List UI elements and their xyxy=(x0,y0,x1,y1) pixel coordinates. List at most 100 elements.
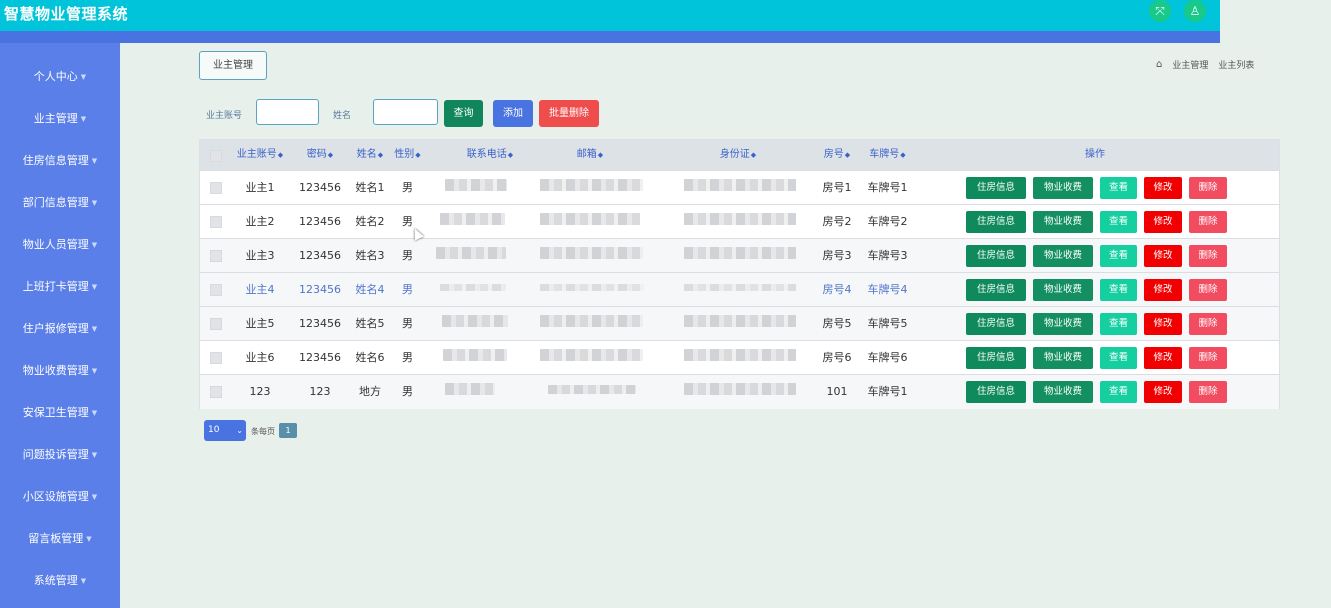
redacted-email xyxy=(540,349,643,361)
property-fee-button[interactable]: 物业收费 xyxy=(1033,313,1093,335)
housing-info-button[interactable]: 住房信息 xyxy=(966,279,1026,301)
sidebar-item-attendance[interactable]: 上班打卡管理 ▼ xyxy=(0,278,120,294)
sidebar-item-housing[interactable]: 住房信息管理 ▼ xyxy=(0,152,120,168)
breadcrumb-level1[interactable]: 业主管理 xyxy=(1172,58,1208,71)
sidebar-item-message-board[interactable]: 留言板管理 ▼ xyxy=(0,530,120,546)
housing-info-button[interactable]: 住房信息 xyxy=(966,313,1026,335)
sort-icon: ◆ xyxy=(327,151,334,159)
sidebar-item-department[interactable]: 部门信息管理 ▼ xyxy=(0,194,120,210)
redacted-email xyxy=(540,179,643,191)
view-button[interactable]: 查看 xyxy=(1100,381,1137,403)
sidebar-item-system[interactable]: 系统管理 ▼ xyxy=(0,572,120,588)
sidebar-item-repair[interactable]: 住户报修管理 ▼ xyxy=(0,320,120,336)
add-button[interactable]: 添加 xyxy=(493,100,533,127)
home-icon[interactable]: ⌂ xyxy=(1156,59,1162,70)
sidebar-item-complaints[interactable]: 问题投诉管理 ▼ xyxy=(0,446,120,462)
sidebar-item-label: 住户报修管理 xyxy=(22,322,89,335)
sidebar-item-label: 留言板管理 xyxy=(28,532,84,545)
edit-button[interactable]: 修改 xyxy=(1144,313,1182,335)
property-fee-button[interactable]: 物业收费 xyxy=(1033,245,1093,267)
property-fee-button[interactable]: 物业收费 xyxy=(1033,211,1093,233)
housing-info-button[interactable]: 住房信息 xyxy=(966,347,1026,369)
view-button[interactable]: 查看 xyxy=(1100,279,1137,301)
page-size-select[interactable]: 10 ⌄ xyxy=(204,420,246,441)
sidebar-item-personal-center[interactable]: 个人中心 ▼ xyxy=(0,68,120,84)
sidebar-item-security[interactable]: 安保卫生管理 ▼ xyxy=(0,404,120,420)
edit-button[interactable]: 修改 xyxy=(1144,347,1182,369)
app-title: 智慧物业管理系统 xyxy=(4,5,129,23)
housing-info-button[interactable]: 住房信息 xyxy=(966,211,1026,233)
edit-button[interactable]: 修改 xyxy=(1144,279,1182,301)
header-plate[interactable]: 车牌号◆ xyxy=(860,140,915,170)
delete-button[interactable]: 删除 xyxy=(1189,381,1227,403)
table-row: 业主3 123456 姓名3 男 房号3 车牌号3 住房信息 物业收费 查看 修… xyxy=(200,238,1279,273)
view-button[interactable]: 查看 xyxy=(1100,177,1137,199)
row-checkbox[interactable] xyxy=(210,284,222,296)
property-fee-button[interactable]: 物业收费 xyxy=(1033,177,1093,199)
redacted-email xyxy=(548,385,636,394)
sidebar-item-fees[interactable]: 物业收费管理 ▼ xyxy=(0,362,120,378)
select-all-checkbox[interactable] xyxy=(210,150,222,162)
account-label: 业主账号 xyxy=(206,111,243,121)
header-name[interactable]: 姓名◆ xyxy=(350,140,390,170)
view-button[interactable]: 查看 xyxy=(1100,347,1137,369)
sort-icon: ◆ xyxy=(377,151,384,159)
view-button[interactable]: 查看 xyxy=(1100,211,1137,233)
row-checkbox[interactable] xyxy=(210,182,222,194)
property-fee-button[interactable]: 物业收费 xyxy=(1033,381,1093,403)
cell-name: 姓名6 xyxy=(355,351,385,364)
edit-button[interactable]: 修改 xyxy=(1144,245,1182,267)
header-gender[interactable]: 性别◆ xyxy=(390,140,425,170)
fullscreen-icon[interactable]: ⤧ xyxy=(1149,0,1171,22)
sidebar-item-staff[interactable]: 物业人员管理 ▼ xyxy=(0,236,120,252)
sidebar-item-facilities[interactable]: 小区设施管理 ▼ xyxy=(0,488,120,504)
page-number-1[interactable]: 1 xyxy=(279,423,297,438)
edit-button[interactable]: 修改 xyxy=(1144,211,1182,233)
delete-button[interactable]: 删除 xyxy=(1189,245,1227,267)
cell-gender: 男 xyxy=(402,351,413,364)
cell-plate: 车牌号5 xyxy=(867,317,908,330)
cell-account: 业主6 xyxy=(245,351,275,364)
row-checkbox[interactable] xyxy=(210,352,222,364)
property-fee-button[interactable]: 物业收费 xyxy=(1033,347,1093,369)
edit-button[interactable]: 修改 xyxy=(1144,381,1182,403)
top-bar: 智慧物业管理系统 ⤧ ♙ xyxy=(0,0,1220,31)
view-button[interactable]: 查看 xyxy=(1100,313,1137,335)
user-icon[interactable]: ♙ xyxy=(1184,0,1206,22)
housing-info-button[interactable]: 住房信息 xyxy=(966,245,1026,267)
redacted-email xyxy=(540,284,644,291)
row-checkbox[interactable] xyxy=(210,386,222,398)
delete-button[interactable]: 删除 xyxy=(1189,313,1227,335)
row-checkbox[interactable] xyxy=(210,216,222,228)
delete-button[interactable]: 删除 xyxy=(1189,177,1227,199)
housing-info-button[interactable]: 住房信息 xyxy=(966,177,1026,199)
edit-button[interactable]: 修改 xyxy=(1144,177,1182,199)
table-row: 业主1 123456 姓名1 男 房号1 车牌号1 住房信息 物业收费 查看 修… xyxy=(200,170,1279,205)
redacted-email xyxy=(540,213,640,225)
page-title-tag[interactable]: 业主管理 xyxy=(199,51,267,80)
header-email[interactable]: 邮箱◆ xyxy=(530,140,650,170)
delete-button[interactable]: 删除 xyxy=(1189,279,1227,301)
cell-name: 地方 xyxy=(359,385,381,398)
housing-info-button[interactable]: 住房信息 xyxy=(966,381,1026,403)
header-id-card[interactable]: 身份证◆ xyxy=(678,140,798,170)
redacted-id-card xyxy=(684,315,796,327)
view-button[interactable]: 查看 xyxy=(1100,245,1137,267)
row-checkbox[interactable] xyxy=(210,250,222,262)
cell-name: 姓名2 xyxy=(355,215,385,228)
cell-name: 姓名5 xyxy=(355,317,385,330)
name-search-input[interactable] xyxy=(373,99,438,125)
header-account[interactable]: 业主账号◆ xyxy=(230,140,290,170)
batch-delete-button[interactable]: 批量删除 xyxy=(539,100,599,127)
row-checkbox[interactable] xyxy=(210,318,222,330)
table-row: 业主6 123456 姓名6 男 房号6 车牌号6 住房信息 物业收费 查看 修… xyxy=(200,340,1279,375)
delete-button[interactable]: 删除 xyxy=(1189,347,1227,369)
account-search-input[interactable] xyxy=(256,99,319,125)
property-fee-button[interactable]: 物业收费 xyxy=(1033,279,1093,301)
sidebar-item-label: 物业人员管理 xyxy=(22,238,89,251)
header-password[interactable]: 密码◆ xyxy=(290,140,350,170)
query-button[interactable]: 查询 xyxy=(444,100,483,127)
delete-button[interactable]: 删除 xyxy=(1189,211,1227,233)
header-room[interactable]: 房号◆ xyxy=(812,140,862,170)
sidebar-item-owner-management[interactable]: 业主管理 ▼ xyxy=(0,110,120,126)
